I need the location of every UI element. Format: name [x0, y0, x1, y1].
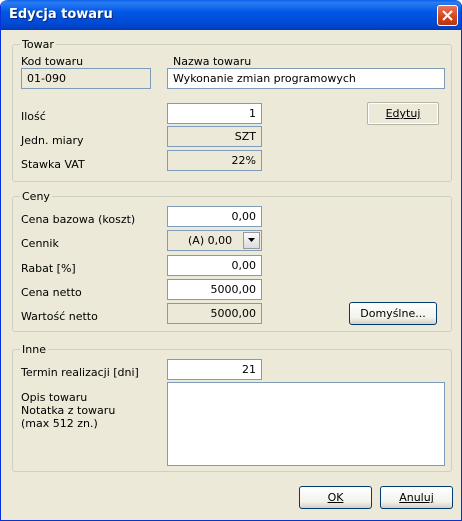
- close-button[interactable]: [437, 5, 458, 26]
- nazwa-towaru-field[interactable]: Wykonanie zmian programowych: [167, 68, 445, 89]
- cena-bazowa-field[interactable]: 0,00: [167, 206, 262, 227]
- jedn-miary-label: Jedn. miary: [21, 134, 84, 147]
- termin-realizacji-field[interactable]: 21: [167, 359, 262, 380]
- cennik-label: Cennik: [21, 237, 59, 250]
- jedn-miary-field: SZT: [167, 126, 262, 147]
- cena-netto-field[interactable]: 5000,00: [167, 279, 262, 300]
- cennik-dropdown-button[interactable]: [243, 232, 260, 249]
- opis-towaru-textarea[interactable]: [167, 382, 445, 466]
- termin-realizacji-label: Termin realizacji [dni]: [21, 366, 139, 379]
- kod-towaru-field: 01-090: [21, 68, 151, 89]
- kod-towaru-label: Kod towaru: [21, 55, 84, 68]
- ilosc-field[interactable]: 1: [167, 103, 262, 124]
- anuluj-button[interactable]: Anuluj: [380, 486, 453, 509]
- domyslne-button[interactable]: Domyślne...: [349, 302, 437, 325]
- rabat-field[interactable]: 0,00: [167, 255, 262, 276]
- title-bar[interactable]: Edycja towaru: [1, 0, 461, 30]
- max-length-label: (max 512 zn.): [21, 417, 98, 430]
- ok-label: OK: [327, 491, 344, 504]
- cena-netto-label: Cena netto: [21, 286, 82, 299]
- chevron-down-icon: [248, 238, 255, 242]
- edytuj-label: Edytuj: [385, 107, 421, 120]
- notatka-label: Notatka z towaru: [21, 404, 116, 417]
- stawka-vat-label: Stawka VAT: [21, 158, 85, 171]
- cena-bazowa-label: Cena bazowa (koszt): [21, 213, 136, 226]
- ceny-legend: Ceny: [22, 190, 50, 203]
- anuluj-label: Anuluj: [399, 491, 434, 504]
- wartosc-netto-field: 5000,00: [167, 303, 262, 324]
- inne-legend: Inne: [22, 343, 46, 356]
- towar-legend: Towar: [22, 38, 54, 51]
- edytuj-button[interactable]: Edytuj: [367, 102, 439, 125]
- close-icon: [442, 10, 453, 21]
- cennik-select[interactable]: (A) 0,00: [167, 230, 262, 251]
- ilosc-label: Ilość: [21, 110, 46, 123]
- wartosc-netto-label: Wartość netto: [21, 310, 98, 323]
- opis-towaru-label: Opis towaru: [21, 391, 88, 404]
- cennik-value: (A) 0,00: [188, 234, 233, 247]
- rabat-label: Rabat [%]: [21, 262, 76, 275]
- nazwa-towaru-label: Nazwa towaru: [173, 55, 252, 68]
- ok-button[interactable]: OK: [299, 486, 372, 509]
- dialog-window: Edycja towaru Towar Kod towaru 01-090 Na…: [0, 0, 462, 521]
- window-title: Edycja towaru: [9, 7, 113, 22]
- stawka-vat-field: 22%: [167, 150, 262, 171]
